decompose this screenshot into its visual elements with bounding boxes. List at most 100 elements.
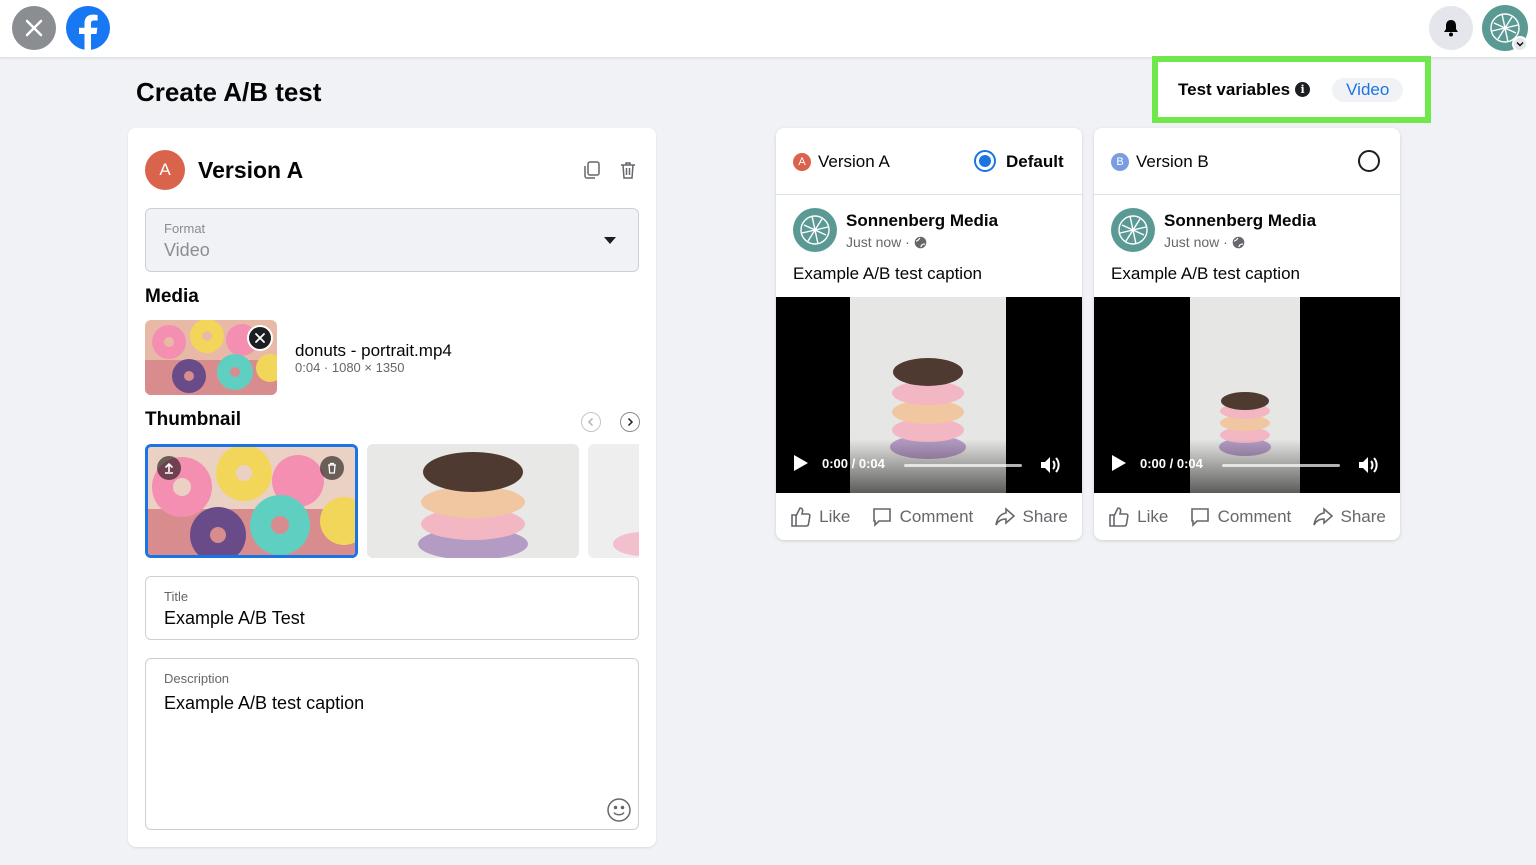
default-radio-unchecked[interactable] bbox=[1358, 150, 1380, 172]
notifications-button[interactable] bbox=[1429, 6, 1473, 50]
sonnenberg-logo-icon bbox=[1118, 215, 1148, 245]
title-field[interactable]: Title Example A/B Test bbox=[145, 576, 639, 640]
default-label: Default bbox=[1006, 152, 1064, 171]
close-icon bbox=[255, 333, 265, 343]
thumbs-up-icon bbox=[791, 506, 811, 527]
thumbs-up-icon bbox=[1109, 506, 1129, 527]
like-label: Like bbox=[1137, 506, 1169, 526]
page-name: Sonnenberg Media bbox=[1164, 211, 1317, 230]
version-badge: B bbox=[1111, 153, 1129, 171]
trash-icon[interactable] bbox=[618, 160, 638, 180]
preview-version-label: Version A bbox=[818, 152, 890, 171]
test-variable-video-pill[interactable]: Video bbox=[1332, 77, 1404, 102]
thumbnail-section-title: Thumbnail bbox=[145, 409, 242, 430]
caret-down-icon bbox=[604, 237, 616, 244]
default-radio-checked[interactable] bbox=[974, 150, 996, 172]
preview-card-version-a: A Version A Default Sonnenberg Media Jus… bbox=[776, 128, 1082, 540]
thumbnail-next-button[interactable] bbox=[620, 412, 640, 432]
test-variables-box: Test variables i Video bbox=[1152, 56, 1431, 123]
thumbnail-option[interactable] bbox=[588, 444, 639, 558]
sonnenberg-logo-icon bbox=[800, 215, 830, 245]
comment-label: Comment bbox=[1217, 506, 1292, 526]
play-icon[interactable] bbox=[1112, 455, 1126, 471]
test-variables-label: Test variables bbox=[1178, 79, 1291, 99]
post-time: Just now · bbox=[846, 234, 927, 250]
comment-button[interactable]: Comment bbox=[1189, 506, 1292, 528]
globe-icon bbox=[1232, 236, 1245, 248]
seek-bar[interactable] bbox=[904, 464, 1022, 467]
video-player[interactable]: 0:00 / 0:04 bbox=[1094, 297, 1400, 493]
chevron-right-icon bbox=[627, 417, 634, 427]
thumbnail-option-selected[interactable] bbox=[145, 444, 358, 558]
post-caption: Example A/B test caption bbox=[793, 264, 982, 283]
format-label: Format bbox=[164, 221, 206, 236]
post-time: Just now · bbox=[1164, 234, 1245, 250]
volume-icon[interactable] bbox=[1356, 453, 1380, 477]
page-name: Sonnenberg Media bbox=[846, 211, 999, 230]
volume-icon[interactable] bbox=[1038, 453, 1062, 477]
share-icon bbox=[1312, 506, 1333, 525]
share-button[interactable]: Share bbox=[1312, 506, 1386, 528]
description-value: Example A/B test caption bbox=[164, 693, 365, 713]
description-label: Description bbox=[164, 671, 230, 686]
like-label: Like bbox=[819, 506, 851, 526]
top-bar bbox=[0, 0, 1536, 58]
post-time-text: Just now · bbox=[846, 234, 910, 250]
preview-version-label: Version B bbox=[1136, 152, 1209, 171]
comment-button[interactable]: Comment bbox=[871, 506, 974, 528]
preview-card-version-b: B Version B Sonnenberg Media Just now · … bbox=[1094, 128, 1400, 540]
comment-label: Comment bbox=[899, 506, 974, 526]
trash-icon bbox=[328, 462, 336, 474]
bell-icon bbox=[1444, 20, 1458, 37]
title-value: Example A/B Test bbox=[164, 608, 305, 628]
comment-icon bbox=[1190, 507, 1209, 527]
globe-icon bbox=[914, 236, 927, 248]
close-button[interactable] bbox=[12, 6, 56, 50]
share-label: Share bbox=[1340, 506, 1386, 526]
page-title: Create A/B test bbox=[136, 77, 322, 107]
share-button[interactable]: Share bbox=[994, 506, 1068, 528]
description-field[interactable]: Description Example A/B test caption bbox=[145, 658, 639, 830]
emoji-icon[interactable] bbox=[606, 797, 632, 823]
version-avatar: A bbox=[145, 150, 185, 190]
close-icon bbox=[25, 19, 43, 37]
info-icon[interactable]: i bbox=[1295, 82, 1311, 97]
seek-bar[interactable] bbox=[1222, 464, 1340, 467]
duplicate-icon[interactable] bbox=[582, 160, 602, 180]
preview-card-header: B Version B bbox=[1094, 128, 1400, 195]
format-value: Video bbox=[164, 240, 210, 260]
delete-thumbnail-button[interactable] bbox=[320, 456, 344, 480]
facebook-logo-icon[interactable] bbox=[65, 5, 111, 51]
video-controls: 0:00 / 0:04 bbox=[776, 439, 1082, 493]
like-button[interactable]: Like bbox=[1108, 506, 1168, 528]
upload-thumbnail-button[interactable] bbox=[157, 456, 181, 480]
thumbnail-prev-button[interactable] bbox=[581, 412, 601, 432]
upload-icon bbox=[164, 462, 174, 474]
share-icon bbox=[994, 506, 1015, 525]
page-avatar bbox=[1111, 208, 1155, 252]
title-label: Title bbox=[164, 589, 189, 604]
remove-media-button[interactable] bbox=[247, 325, 273, 351]
video-time: 0:00 / 0:04 bbox=[822, 456, 885, 471]
profile-menu-chevron[interactable] bbox=[1512, 36, 1528, 52]
post-caption: Example A/B test caption bbox=[1111, 264, 1300, 283]
play-icon[interactable] bbox=[794, 455, 808, 471]
video-controls: 0:00 / 0:04 bbox=[1094, 439, 1400, 493]
video-player[interactable]: 0:00 / 0:04 bbox=[776, 297, 1082, 493]
video-time: 0:00 / 0:04 bbox=[1140, 456, 1203, 471]
post-time-text: Just now · bbox=[1164, 234, 1228, 250]
chevron-left-icon bbox=[587, 417, 594, 427]
version-title: Version A bbox=[198, 157, 304, 183]
version-editor-card: A Version A Format Video Media donuts - … bbox=[128, 128, 656, 847]
page-avatar bbox=[793, 208, 837, 252]
media-section-title: Media bbox=[145, 286, 199, 307]
media-file-meta: 0:04 · 1080 × 1350 bbox=[295, 360, 405, 375]
post-actions: Like Comment Share bbox=[1094, 493, 1400, 540]
thumbnail-strip bbox=[145, 444, 639, 558]
chevron-down-icon bbox=[1516, 42, 1524, 47]
version-badge: A bbox=[793, 153, 811, 171]
thumbnail-option[interactable] bbox=[367, 444, 579, 558]
like-button[interactable]: Like bbox=[790, 506, 850, 528]
post-actions: Like Comment Share bbox=[776, 493, 1082, 540]
format-select[interactable]: Format Video bbox=[145, 208, 639, 272]
